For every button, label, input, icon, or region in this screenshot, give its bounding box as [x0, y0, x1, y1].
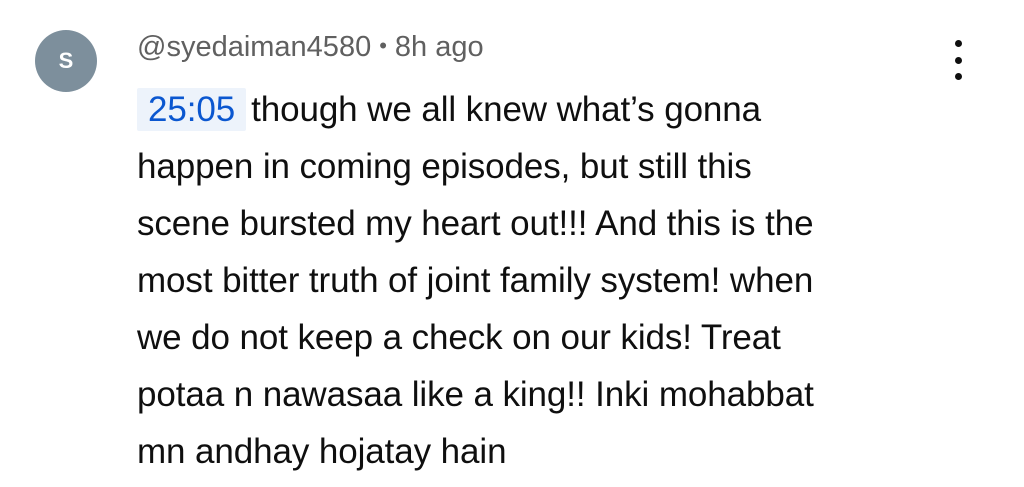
- more-vertical-icon[interactable]: [946, 40, 970, 80]
- comment-line: happen in coming episodes, but still thi…: [137, 147, 752, 186]
- comment-line: we do not keep a check on our kids! Trea…: [137, 318, 781, 357]
- time-ago[interactable]: 8h ago: [395, 31, 484, 63]
- comment-line: most bitter truth of joint family system…: [137, 261, 814, 300]
- avatar-initial: S: [58, 48, 74, 73]
- avatar[interactable]: S: [35, 30, 97, 92]
- comment-line: scene bursted my heart out!!! And this i…: [137, 204, 814, 243]
- timestamp-link[interactable]: 25:05: [137, 88, 247, 131]
- comment-line-text: though we all knew what’s gonna: [251, 90, 762, 129]
- comment-header: @syedaiman4580 • 8h ago: [137, 28, 484, 65]
- menu-dot: [954, 56, 962, 64]
- comment-line: potaa n nawasaa like a king!! Inki mohab…: [137, 375, 814, 414]
- comment-line: mn andhay hojatay hain: [137, 432, 507, 471]
- author-handle[interactable]: @syedaiman4580: [137, 31, 371, 63]
- comment-line: 25:05 though we all knew what’s gonna: [137, 81, 937, 138]
- separator-dot: •: [379, 33, 387, 58]
- menu-dot: [954, 40, 962, 47]
- menu-dot: [954, 73, 962, 80]
- comment-text: 25:05 though we all knew what’s gonna hap…: [137, 81, 937, 480]
